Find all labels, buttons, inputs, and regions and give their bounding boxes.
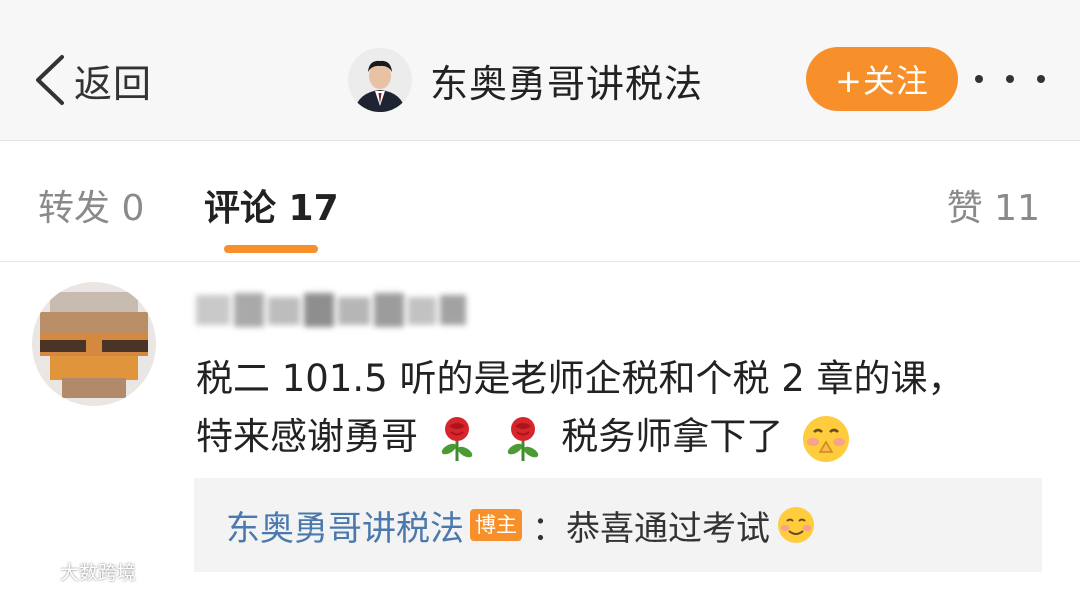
top-nav-bar: 返回 东奥勇哥讲税法 +关注 (0, 0, 1080, 141)
watermark-logo-icon (12, 560, 53, 580)
rose-icon (507, 416, 538, 461)
commenter-avatar[interactable] (32, 282, 156, 406)
more-options-icon[interactable] (975, 62, 1045, 96)
comment-line-2-start: 特来感谢勇哥 (196, 415, 418, 458)
comment-line-2: 特来感谢勇哥 税务师拿下了 (196, 408, 1036, 466)
watermark: 大数跨境 (10, 556, 136, 586)
comment-text: 税二 101.5 听的是老师企税和个税 2 章的课， 特来感谢勇哥 税务师拿下了 (196, 350, 1036, 466)
account-avatar[interactable] (348, 48, 412, 112)
comment-line-1: 税二 101.5 听的是老师企税和个税 2 章的课， (196, 357, 965, 400)
reply-author[interactable]: 东奥勇哥讲税法 (226, 501, 464, 550)
account-name: 东奥勇哥讲税法 (430, 61, 704, 106)
blogger-badge: 博主 (470, 509, 522, 541)
tab-like[interactable]: 赞 11 (947, 179, 1040, 231)
chevron-left-icon (36, 55, 64, 105)
tab-forward[interactable]: 转发 0 (38, 179, 144, 231)
smile-icon (778, 507, 814, 543)
watermark-text: 大数跨境 (60, 561, 137, 584)
commenter-name-blurred[interactable] (196, 289, 468, 331)
back-button[interactable]: 返回 (32, 50, 152, 110)
blogger-reply: 东奥勇哥讲税法 博主 ：恭喜通过考试 (194, 478, 1042, 572)
back-label: 返回 (74, 61, 153, 106)
account-header[interactable]: 东奥勇哥讲税法 (348, 48, 703, 112)
comment-line-2-end: 税务师拿下了 (561, 415, 784, 458)
tab-comment[interactable]: 评论 17 (204, 179, 339, 231)
reply-text: ：恭喜通过考试 (532, 508, 770, 549)
rose-icon (441, 416, 472, 461)
touched-face-icon (803, 415, 850, 462)
active-tab-indicator (224, 245, 318, 253)
post-tabs: 转发 0 评论 17 赞 11 (0, 141, 1080, 262)
follow-button[interactable]: +关注 (806, 47, 958, 111)
